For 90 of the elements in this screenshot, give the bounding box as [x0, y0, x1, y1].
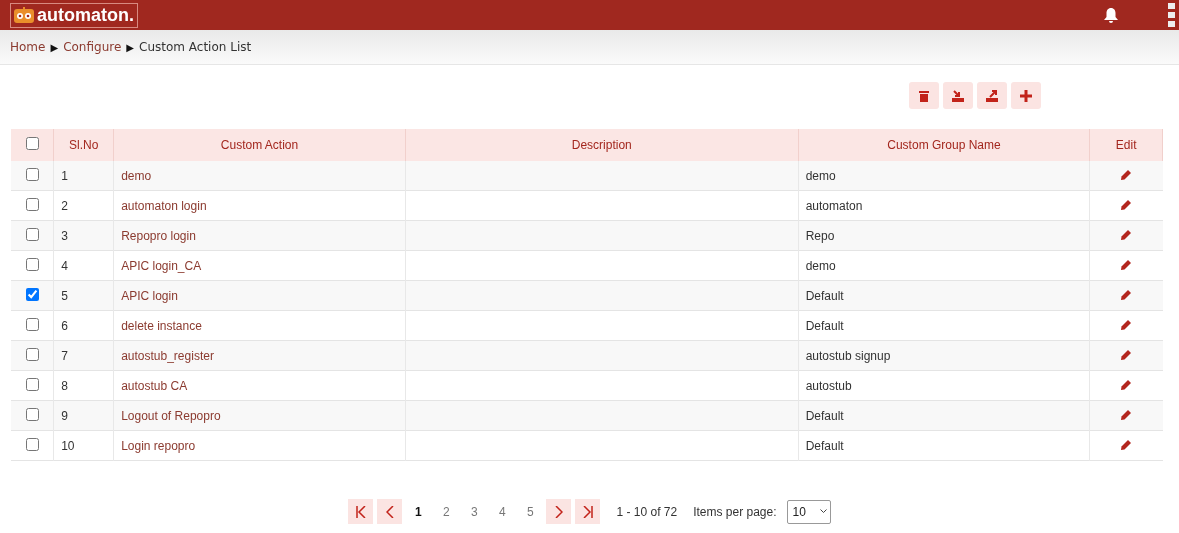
table-cell: automaton: [798, 190, 1090, 221]
pencil-icon[interactable]: [1121, 289, 1132, 300]
import-button[interactable]: [943, 82, 973, 109]
column-header: Sl.No: [53, 129, 114, 161]
action-link[interactable]: Logout of Repopro: [121, 408, 221, 423]
table-cell: autostub: [798, 370, 1090, 401]
column-header: Custom Action: [113, 129, 406, 161]
table-cell: Repo: [798, 220, 1090, 251]
menu-icon[interactable]: [1168, 3, 1175, 27]
page-number[interactable]: 2: [434, 503, 459, 520]
first-page-button[interactable]: [348, 499, 374, 524]
page-number[interactable]: 4: [490, 503, 515, 520]
page-number[interactable]: 5: [518, 503, 543, 520]
first-page-icon: [355, 505, 366, 518]
action-link[interactable]: APIC login_CA: [121, 258, 202, 273]
row-checkbox[interactable]: [25, 137, 39, 150]
table-cell: 10: [53, 430, 114, 461]
pencil-icon[interactable]: [1121, 439, 1132, 450]
action-link[interactable]: autostub_register: [121, 348, 214, 363]
row-checkbox[interactable]: [25, 257, 39, 271]
page-number[interactable]: 3: [462, 503, 487, 520]
row-checkbox[interactable]: [25, 317, 39, 331]
page-range: 1 - 10 of 72: [616, 504, 678, 519]
separator: ▶: [50, 41, 59, 53]
row-checkbox[interactable]: [25, 287, 39, 301]
row-checkbox[interactable]: [25, 347, 39, 361]
chevron-down-icon: [819, 509, 827, 514]
action-link[interactable]: autostub CA: [121, 378, 188, 393]
action-link[interactable]: APIC login: [121, 288, 178, 303]
pencil-icon[interactable]: [1121, 259, 1132, 270]
table-cell: 7: [53, 340, 114, 371]
table-cell: 1: [53, 161, 114, 191]
pencil-icon[interactable]: [1121, 199, 1132, 210]
previous-page-button[interactable]: [377, 499, 403, 524]
tray-arrow-icon: [986, 89, 998, 102]
delete-button[interactable]: [909, 82, 939, 109]
breadcrumb-link[interactable]: Configure: [63, 40, 122, 54]
column-header: Edit: [1089, 129, 1163, 161]
logo-text: automaton.: [37, 4, 134, 26]
last-page-icon: [582, 505, 593, 518]
action-link[interactable]: automaton login: [121, 198, 207, 213]
table-cell: autostub signup: [798, 340, 1090, 371]
row-checkbox[interactable]: [25, 377, 39, 391]
breadcrumb-current: Custom Action List: [139, 40, 252, 54]
table-cell: 6: [53, 310, 114, 341]
table-cell: 9: [53, 400, 114, 431]
column-header: Description: [405, 129, 799, 161]
row-checkbox[interactable]: [25, 227, 39, 241]
last-page-button[interactable]: [575, 499, 601, 524]
table-cell: 3: [53, 220, 114, 251]
pencil-icon[interactable]: [1121, 379, 1132, 390]
tray-arrow-icon: [952, 89, 964, 102]
page-number[interactable]: 1: [406, 503, 431, 520]
next-page-button[interactable]: [546, 499, 572, 524]
table-cell: 4: [53, 250, 114, 281]
row-checkbox[interactable]: [25, 437, 39, 451]
items-per-page-select[interactable]: 10: [786, 499, 831, 524]
pencil-icon[interactable]: [1121, 319, 1132, 330]
chevron-left-icon: [385, 505, 394, 518]
table-cell: demo: [798, 250, 1090, 281]
separator: ▶: [126, 41, 134, 53]
table-cell: 2: [53, 190, 114, 221]
table-cell: Default: [798, 430, 1090, 461]
action-link[interactable]: Login repopro: [121, 438, 196, 453]
action-link[interactable]: demo: [121, 168, 152, 183]
pencil-icon[interactable]: [1121, 169, 1132, 180]
pencil-icon[interactable]: [1121, 349, 1132, 360]
table-cell: 5: [53, 280, 114, 311]
items-per-page-label: Items per page:: [693, 504, 777, 519]
action-link[interactable]: Repopro login: [121, 228, 196, 243]
robot-icon: [14, 7, 34, 23]
chevron-right-icon: [554, 505, 563, 518]
table-cell: 8: [53, 370, 114, 401]
row-checkbox[interactable]: [25, 167, 39, 181]
table-cell: demo: [798, 161, 1090, 191]
table-cell: Default: [798, 400, 1090, 431]
pencil-icon[interactable]: [1121, 409, 1132, 420]
row-checkbox[interactable]: [25, 407, 39, 421]
breadcrumb-link[interactable]: Home: [10, 40, 46, 54]
bell-icon[interactable]: [1104, 7, 1118, 23]
plus-icon: [1020, 89, 1032, 102]
export-button[interactable]: [977, 82, 1007, 109]
table-cell: Default: [798, 310, 1090, 341]
trash-icon: [919, 89, 929, 102]
row-checkbox[interactable]: [25, 197, 39, 211]
table-cell: Default: [798, 280, 1090, 311]
action-link[interactable]: delete instance: [121, 318, 202, 333]
add-button[interactable]: [1011, 82, 1041, 109]
column-header: Custom Group Name: [798, 129, 1090, 161]
pencil-icon[interactable]: [1121, 229, 1132, 240]
